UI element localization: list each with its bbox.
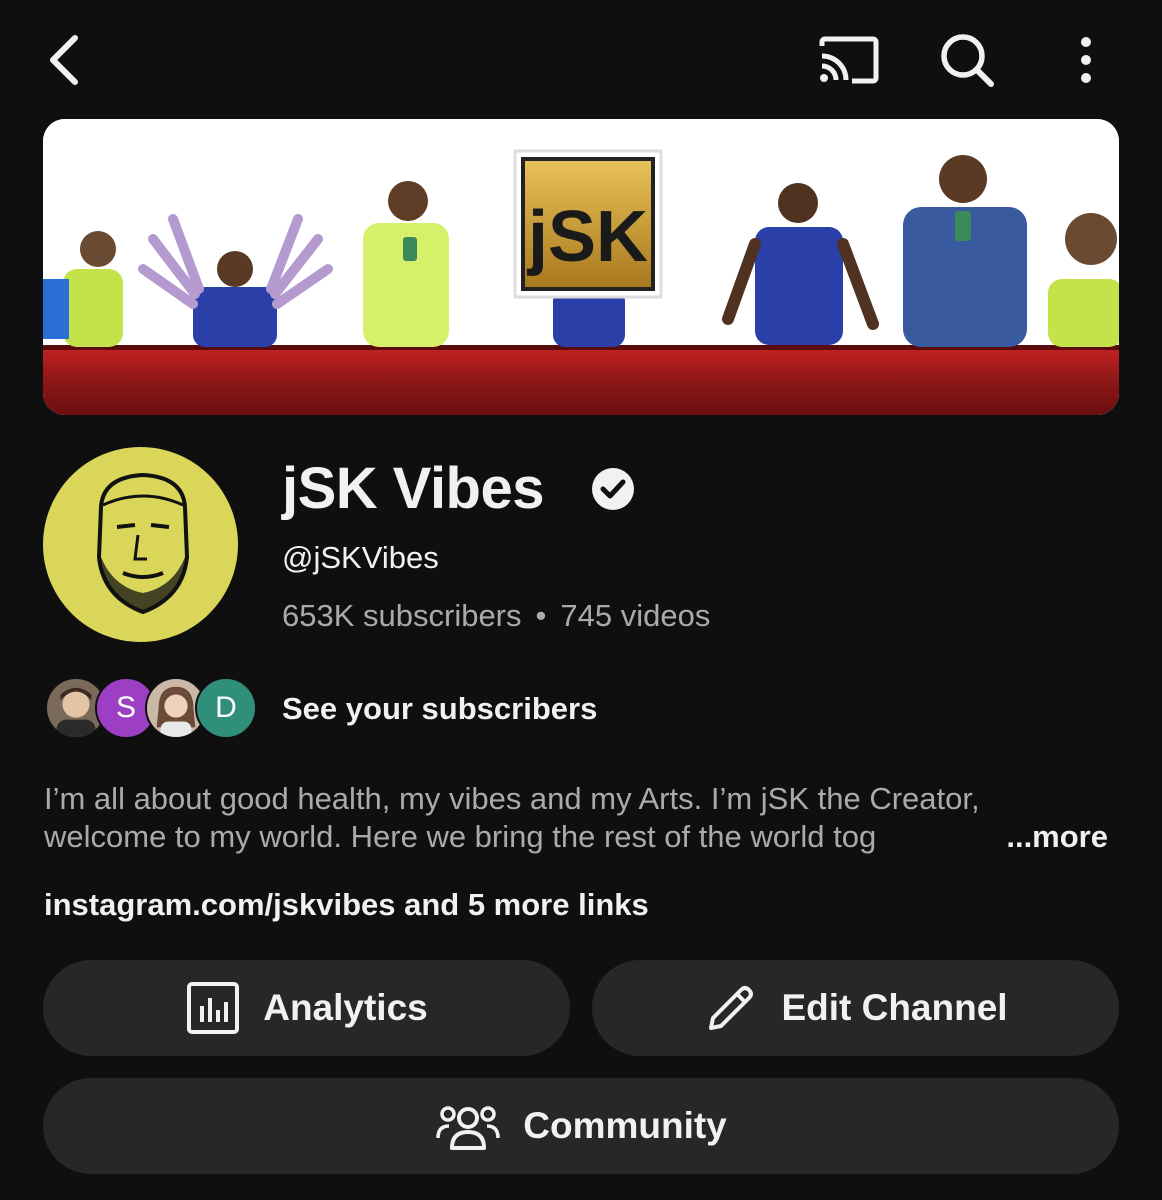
stats-separator: • xyxy=(535,598,547,633)
description-line: welcome to my world. Here we bring the r… xyxy=(44,818,1114,856)
community-button[interactable]: Community xyxy=(43,1078,1119,1174)
analytics-label: Analytics xyxy=(263,987,428,1028)
see-subscribers-row[interactable]: S D See your subscribers xyxy=(45,677,665,741)
face-sketch-icon xyxy=(96,472,190,615)
edit-channel-button[interactable]: Edit Channel xyxy=(592,960,1119,1056)
channel-name: jSK Vibes xyxy=(282,456,545,521)
top-app-bar xyxy=(0,0,1162,118)
pencil-icon xyxy=(703,980,759,1036)
more-vertical-icon xyxy=(1081,37,1091,83)
channel-avatar[interactable] xyxy=(43,447,238,642)
edit-channel-label: Edit Channel xyxy=(781,987,1008,1028)
subscriber-count: 653K subscribers xyxy=(282,598,522,633)
community-label: Community xyxy=(523,1105,727,1146)
more-link[interactable]: ...more xyxy=(1006,818,1108,856)
back-button[interactable] xyxy=(38,28,88,92)
channel-description[interactable]: I’m all about good health, my vibes and … xyxy=(44,780,1114,856)
video-count: 745 videos xyxy=(560,598,711,633)
analytics-button[interactable]: Analytics xyxy=(43,960,570,1056)
banner-logo: jSK xyxy=(513,149,663,299)
channel-banner[interactable]: jSK xyxy=(43,119,1119,415)
channel-stats: 653K subscribers • 745 videos xyxy=(282,598,710,634)
svg-text:jSK: jSK xyxy=(526,197,648,277)
search-button[interactable] xyxy=(932,28,1002,92)
description-text: welcome to my world. Here we bring the r… xyxy=(44,819,877,854)
see-subscribers-label: See your subscribers xyxy=(282,691,598,726)
chevron-left-icon xyxy=(50,35,78,85)
avatar-letter: S xyxy=(115,691,136,724)
more-options-button[interactable] xyxy=(1062,28,1110,92)
avatar-letter: D xyxy=(215,691,237,724)
cast-button[interactable] xyxy=(812,30,884,90)
channel-links[interactable]: instagram.com/jskvibes and 5 more links xyxy=(44,887,649,923)
channel-handle: @jSKVibes xyxy=(282,540,439,575)
subscriber-avatar: D xyxy=(195,677,257,739)
analytics-icon xyxy=(185,980,241,1036)
verified-badge-icon xyxy=(592,468,634,510)
cast-icon xyxy=(819,36,879,84)
search-icon xyxy=(941,34,994,87)
people-icon xyxy=(435,1098,501,1154)
description-line: I’m all about good health, my vibes and … xyxy=(44,781,980,816)
